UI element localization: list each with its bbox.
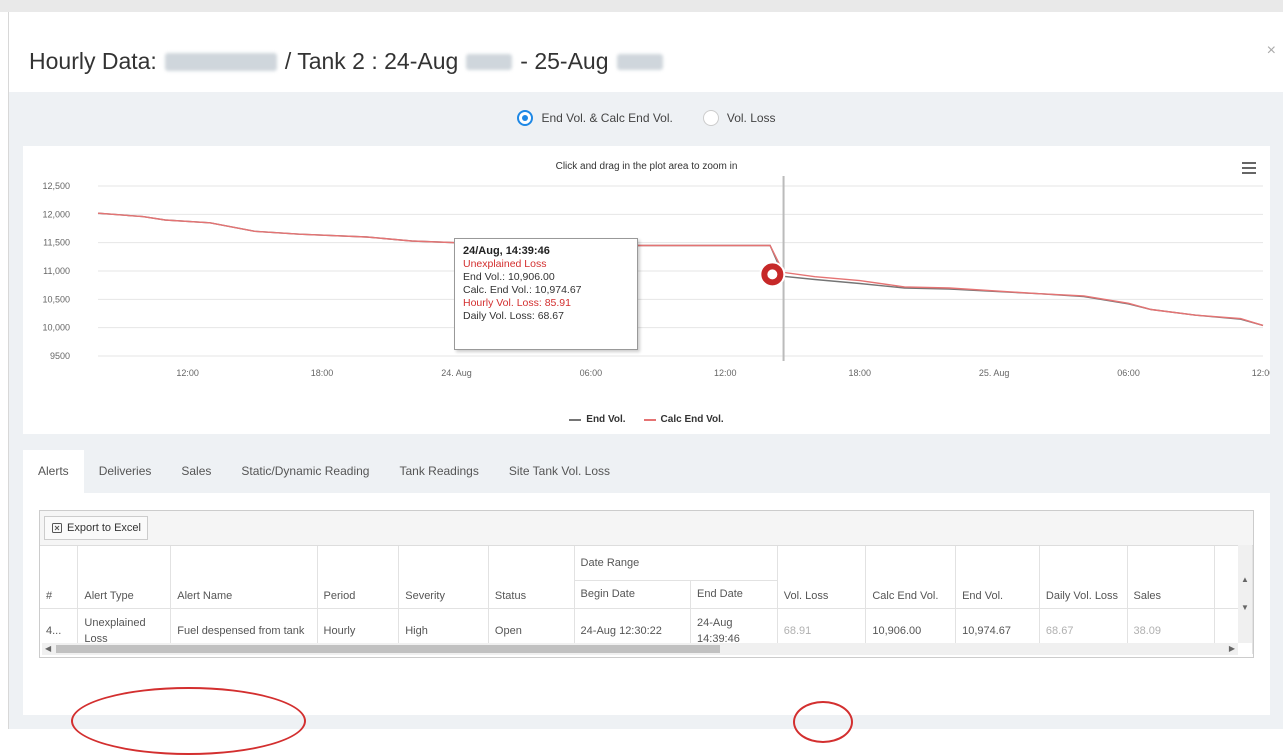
scroll-up-icon[interactable]: ▲ — [1241, 575, 1249, 584]
col-header-calc-end-vol[interactable]: Calc End Vol. — [865, 546, 957, 609]
x-tick-label: 12:00 — [176, 368, 199, 378]
close-icon[interactable]: × — [1267, 42, 1276, 60]
col-header-end-vol[interactable]: End Vol. — [955, 546, 1040, 609]
col-header-alert-name[interactable]: Alert Name — [170, 546, 318, 609]
tab-alerts[interactable]: Alerts — [23, 450, 84, 493]
y-tick-label: 10,000 — [42, 323, 70, 333]
chart-panel: 12,500 12,000 11,500 11,000 10,500 10,000 9500… — [23, 146, 1270, 434]
modal-body: End Vol. & Calc End Vol. Vol. Loss 12,50… — [9, 92, 1283, 755]
chart-legend: End Vol. Calc End Vol. — [23, 414, 1270, 425]
y-tick-label: 11,000 — [43, 266, 70, 276]
legend-end-vol[interactable]: End Vol. — [569, 414, 626, 425]
tooltip-calc-end-vol: Calc. End Vol.: 10,974.67 — [463, 284, 582, 296]
title-tank: / Tank 2 : 24-Aug — [284, 48, 459, 74]
radio-unchecked-icon — [702, 110, 719, 126]
tab-sales[interactable]: Sales — [166, 450, 226, 493]
series-line-calc-end-vol — [97, 212, 1264, 327]
vertical-scrollbar[interactable]: ▲ ▼ — [1238, 545, 1252, 643]
col-header-daily-vol-loss[interactable]: Daily Vol. Loss — [1039, 546, 1128, 609]
tab-static-dynamic-reading[interactable]: Static/Dynamic Reading — [226, 450, 384, 493]
hourly-data-modal: Hourly Data: / Tank 2 : 24-Aug - 25-Aug … — [8, 12, 1283, 755]
highlight-ellipse-vol-loss — [793, 701, 853, 743]
legend-swatch — [643, 418, 656, 421]
y-tick-label: 11,500 — [43, 238, 70, 248]
scroll-down-icon[interactable]: ▼ — [1241, 603, 1249, 612]
x-tick-label: 24. Aug — [441, 368, 472, 378]
col-header-begin-date[interactable]: Begin Date — [574, 580, 692, 609]
radio-label: End Vol. & Calc End Vol. — [541, 111, 673, 125]
tooltip-label: Unexplained Loss — [463, 258, 547, 270]
y-tick-label: 9500 — [50, 351, 70, 361]
modal-header: Hourly Data: / Tank 2 : 24-Aug - 25-Aug … — [9, 12, 1283, 92]
series-line-end-vol — [97, 212, 1264, 327]
x-tick-label: 18:00 — [311, 368, 334, 378]
export-to-excel-button[interactable]: Export to Excel — [44, 516, 148, 540]
scroll-right-icon[interactable]: ▶ — [1229, 644, 1235, 653]
tab-site-tank-vol-loss[interactable]: Site Tank Vol. Loss — [494, 450, 625, 493]
y-tick-label: 12,000 — [42, 209, 70, 219]
x-tick-label: 06:00 — [580, 368, 603, 378]
redacted-start-time — [466, 53, 513, 70]
radio-end-vol[interactable]: End Vol. & Calc End Vol. — [517, 106, 673, 130]
redacted-end-time — [616, 53, 663, 70]
col-header-period[interactable]: Period — [317, 546, 400, 609]
col-header-alert-type[interactable]: Alert Type — [77, 546, 172, 609]
radio-checked-icon — [517, 110, 534, 126]
title-end-date: - 25-Aug — [520, 48, 609, 74]
chart-tooltip: 24/Aug, 14:39:46 Unexplained Loss End Vo… — [454, 238, 638, 350]
tab-tank-readings[interactable]: Tank Readings — [384, 450, 493, 493]
chart-title: Click and drag in the plot area to zoom … — [555, 161, 738, 172]
x-tick-label: 06:00 — [1117, 368, 1140, 378]
tab-bar: Alerts Deliveries Sales Static/Dynamic R… — [23, 450, 1270, 493]
excel-export-icon — [52, 523, 62, 533]
highlight-ellipse-alert — [71, 687, 306, 755]
x-tick-label: 12:00 — [1252, 368, 1270, 378]
y-tick-label: 12,500 — [42, 181, 70, 191]
details-panel: Alerts Deliveries Sales Static/Dynamic R… — [23, 450, 1270, 755]
radio-label: Vol. Loss — [726, 111, 776, 125]
col-group-date-range: Date Range — [574, 546, 778, 581]
col-header-severity[interactable]: Severity — [398, 546, 489, 609]
view-toggle: End Vol. & Calc End Vol. Vol. Loss — [9, 106, 1283, 130]
scroll-left-icon[interactable]: ◀ — [45, 644, 51, 653]
modal-title: Hourly Data: / Tank 2 : 24-Aug - 25-Aug — [29, 48, 663, 75]
col-header-end-date[interactable]: End Date — [690, 580, 778, 609]
col-header-status[interactable]: Status — [488, 546, 575, 609]
top-frame — [0, 0, 1283, 12]
alert-marker-center — [767, 269, 778, 280]
radio-vol-loss[interactable]: Vol. Loss — [702, 106, 776, 130]
col-header-sales[interactable]: Sales — [1127, 546, 1216, 609]
redacted-site-name — [164, 52, 277, 71]
scrollbar-thumb[interactable] — [56, 645, 720, 653]
chart-menu-icon[interactable] — [1242, 162, 1256, 177]
grid-toolbar: Export to Excel — [40, 511, 1253, 546]
x-tick-label: 25. Aug — [979, 368, 1010, 378]
title-prefix: Hourly Data: — [29, 48, 157, 74]
tooltip-end-vol: End Vol.: 10,906.00 — [463, 271, 555, 283]
horizontal-scrollbar[interactable]: ◀ ▶ — [42, 643, 1238, 655]
legend-swatch — [569, 418, 582, 421]
legend-calc-end-vol[interactable]: Calc End Vol. — [643, 414, 724, 425]
tab-deliveries[interactable]: Deliveries — [84, 450, 167, 493]
tooltip-time: 24/Aug, 14:39:46 — [463, 245, 550, 257]
tooltip-daily-loss: Daily Vol. Loss: 68.67 — [463, 310, 564, 322]
alerts-grid: Export to Excel # Alert Type Alert Name … — [39, 510, 1254, 658]
legend-label: End Vol. — [586, 414, 626, 425]
x-tick-label: 12:00 — [714, 368, 737, 378]
col-header-vol-loss[interactable]: Vol. Loss — [777, 546, 867, 609]
volume-line-chart[interactable]: 12,500 12,000 11,500 11,000 10,500 10,000 9500… — [23, 146, 1270, 434]
alerts-table: # Alert Type Alert Name Period Severity … — [40, 546, 1253, 654]
tooltip-hourly-loss: Hourly Vol. Loss: 85.91 — [463, 297, 571, 309]
export-label: Export to Excel — [67, 522, 141, 534]
legend-label: Calc End Vol. — [660, 414, 724, 425]
x-tick-label: 18:00 — [848, 368, 871, 378]
col-header-num[interactable]: # — [40, 546, 79, 609]
y-tick-label: 10,500 — [42, 294, 70, 304]
